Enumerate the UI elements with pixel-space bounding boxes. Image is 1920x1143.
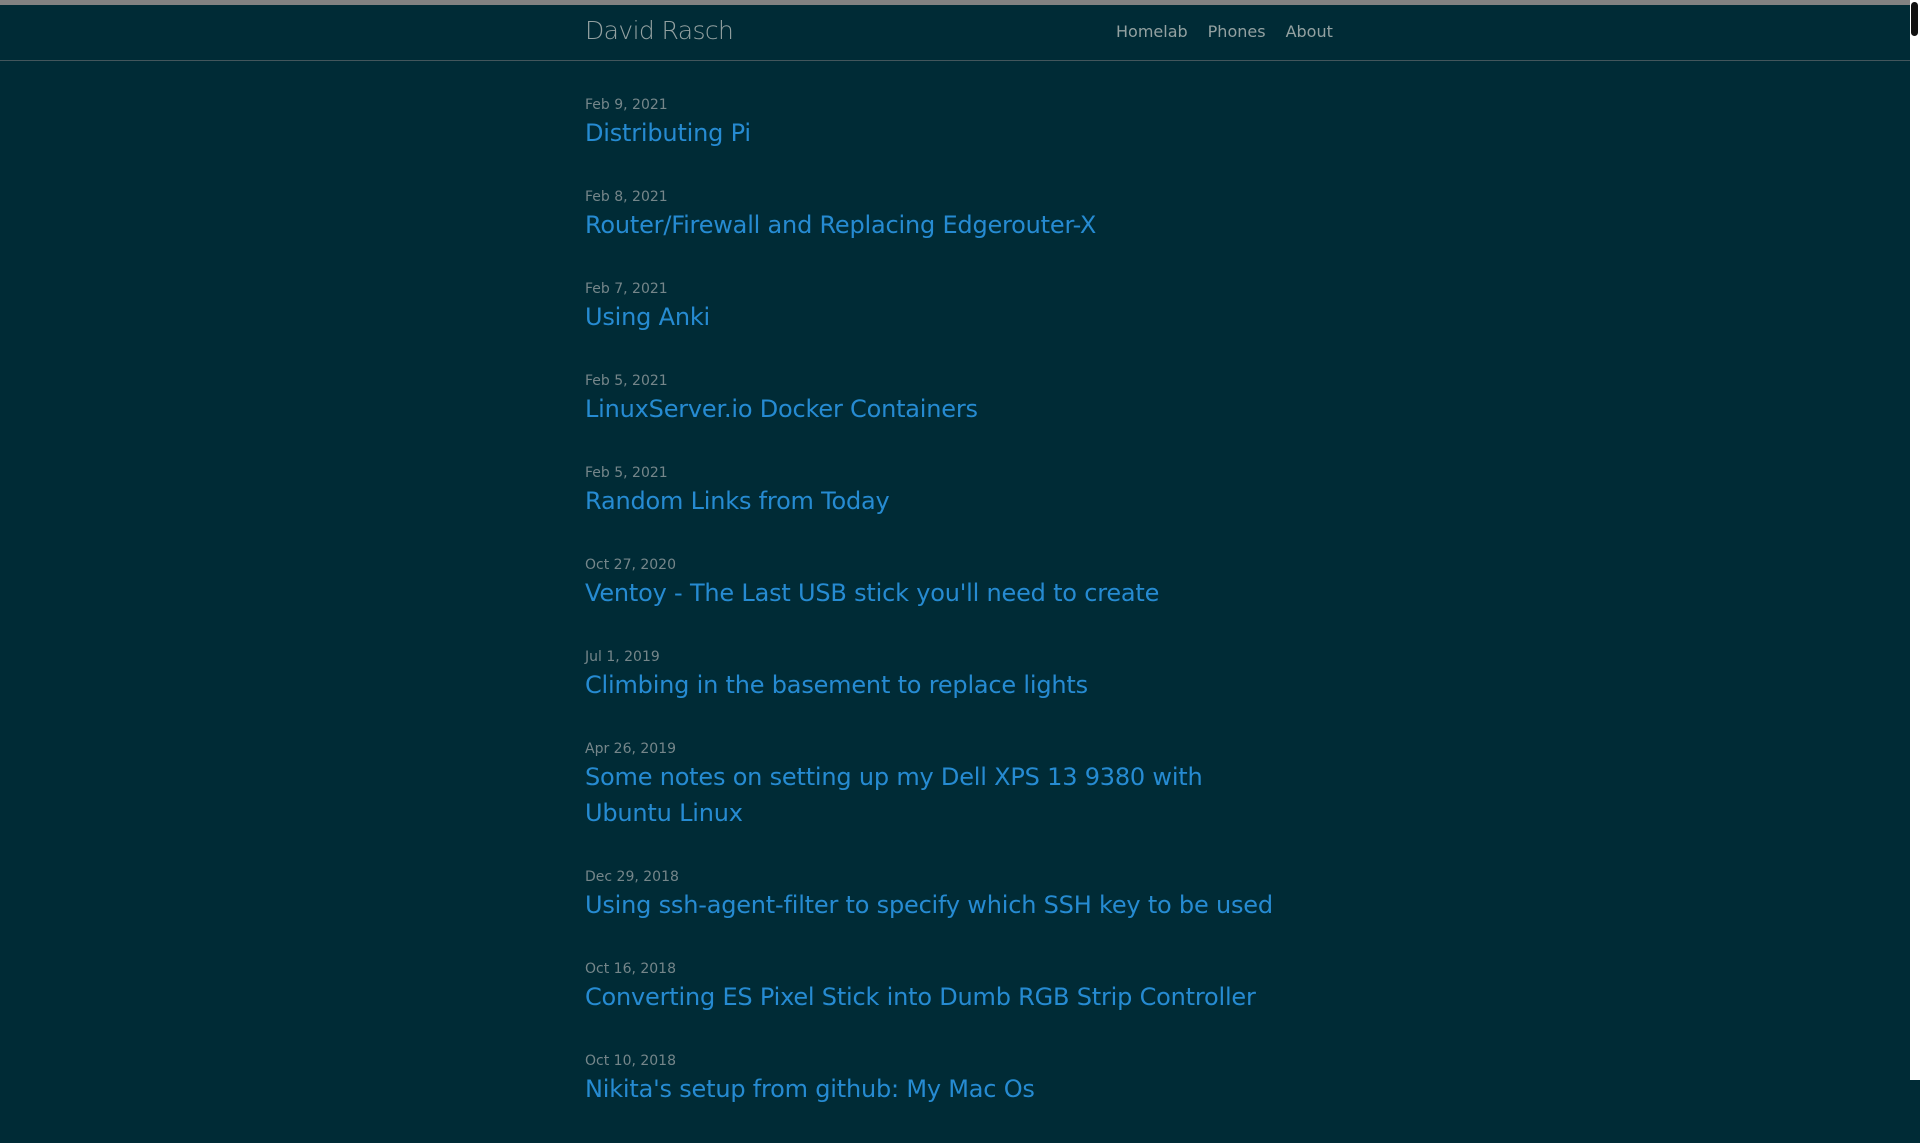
post-item: Feb 8, 2021 Router/Firewall and Replacin…	[585, 187, 1285, 243]
nav-link-about[interactable]: About	[1286, 22, 1333, 41]
post-item: Feb 5, 2021 LinuxServer.io Docker Contai…	[585, 371, 1285, 427]
post-date: Dec 29, 2018	[585, 869, 679, 885]
post-list: Feb 9, 2021 Distributing Pi Feb 8, 2021 …	[585, 95, 1285, 1143]
site-title-link[interactable]: David Rasch	[585, 16, 734, 45]
post-link[interactable]: Using ssh-agent-filter to specify which …	[585, 887, 1285, 923]
site-nav: Homelab Phones About	[1116, 22, 1333, 41]
post-link[interactable]: Random Links from Today	[585, 483, 1285, 519]
post-date: Jul 1, 2019	[585, 649, 660, 665]
post-date: Oct 16, 2018	[585, 961, 676, 977]
nav-link-phones[interactable]: Phones	[1208, 22, 1266, 41]
post-date: Feb 5, 2021	[585, 373, 668, 389]
post-link[interactable]: Router/Firewall and Replacing Edgerouter…	[585, 207, 1285, 243]
post-item: Dec 29, 2018 Using ssh-agent-filter to s…	[585, 867, 1285, 923]
post-link[interactable]: Nikita's setup from github: My Mac Os	[585, 1071, 1285, 1107]
scrollbar-track[interactable]	[1910, 0, 1920, 1080]
post-link[interactable]: Converting ES Pixel Stick into Dumb RGB …	[585, 979, 1285, 1015]
post-item: Oct 16, 2018 Converting ES Pixel Stick i…	[585, 959, 1285, 1015]
post-item: Jul 1, 2019 Climbing in the basement to …	[585, 647, 1285, 703]
post-item: Oct 27, 2020 Ventoy - The Last USB stick…	[585, 555, 1285, 611]
post-date: Feb 8, 2021	[585, 189, 668, 205]
post-date: Feb 5, 2021	[585, 465, 668, 481]
post-item: Feb 5, 2021 Random Links from Today	[585, 463, 1285, 519]
post-date: Feb 7, 2021	[585, 281, 668, 297]
post-link[interactable]: Using Anki	[585, 299, 1285, 335]
post-item: Apr 26, 2019 Some notes on setting up my…	[585, 739, 1285, 831]
post-link[interactable]: Some notes on setting up my Dell XPS 13 …	[585, 759, 1285, 831]
post-link[interactable]: Ventoy - The Last USB stick you'll need …	[585, 575, 1285, 611]
nav-link-homelab[interactable]: Homelab	[1116, 22, 1188, 41]
post-item: Feb 7, 2021 Using Anki	[585, 279, 1285, 335]
post-item: Feb 9, 2021 Distributing Pi	[585, 95, 1285, 151]
post-date: Oct 27, 2020	[585, 557, 676, 573]
post-link[interactable]: LinuxServer.io Docker Containers	[585, 391, 1285, 427]
post-date: Feb 9, 2021	[585, 97, 668, 113]
site-header: David Rasch Homelab Phones About	[0, 5, 1910, 61]
post-link[interactable]: Distributing Pi	[585, 115, 1285, 151]
post-item: Oct 10, 2018 Nikita's setup from github:…	[585, 1051, 1285, 1107]
post-date: Apr 26, 2019	[585, 741, 677, 757]
post-date: Oct 10, 2018	[585, 1053, 676, 1069]
post-link[interactable]: Climbing in the basement to replace ligh…	[585, 667, 1285, 703]
scrollbar-thumb[interactable]	[1911, 2, 1918, 36]
